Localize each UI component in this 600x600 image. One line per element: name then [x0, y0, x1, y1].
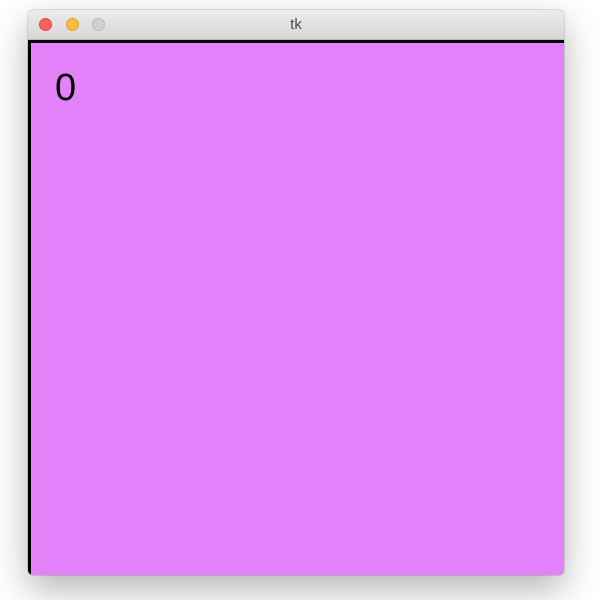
- canvas-area[interactable]: 0: [28, 40, 564, 575]
- counter-label: 0: [55, 67, 77, 109]
- app-window: tk 0: [28, 10, 564, 575]
- window-title: tk: [290, 16, 302, 33]
- title-bar[interactable]: tk: [28, 10, 564, 40]
